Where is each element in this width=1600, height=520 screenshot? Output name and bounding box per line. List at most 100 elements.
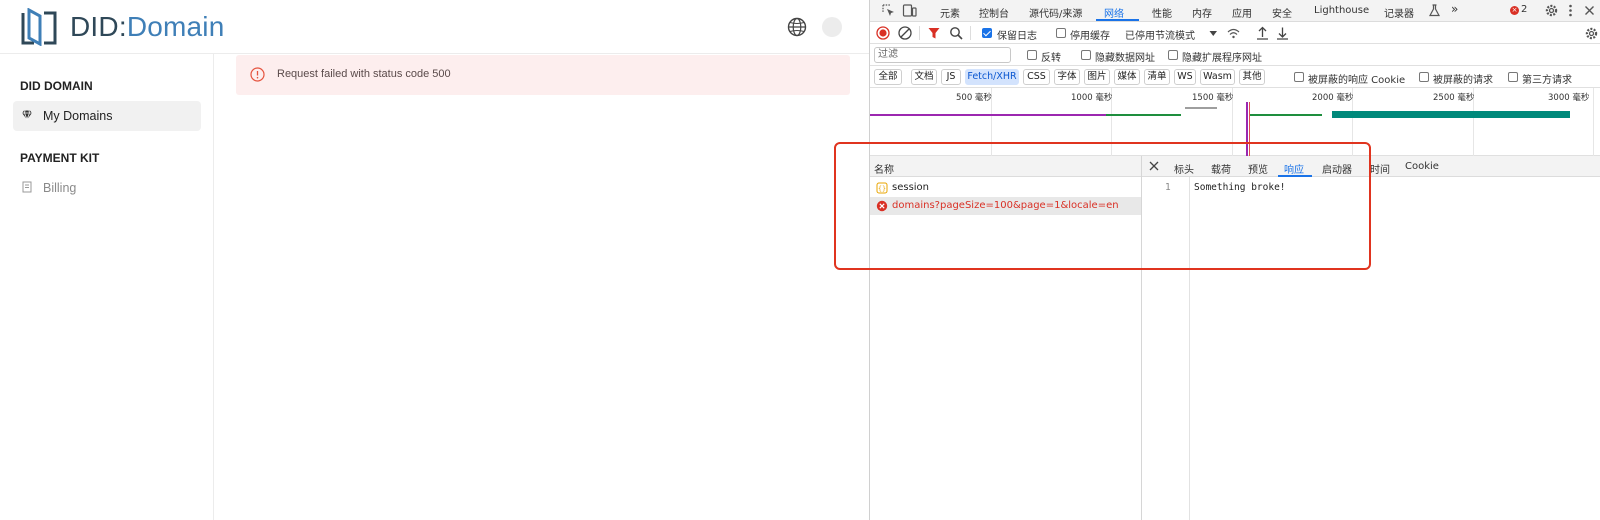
clear-icon[interactable] xyxy=(898,26,913,41)
tab-lighthouse[interactable]: Lighthouse xyxy=(1314,5,1369,16)
error-icon xyxy=(876,200,888,212)
disable-cache-label: 停用缓存 xyxy=(1070,31,1110,42)
error-circle-icon xyxy=(250,67,265,82)
timeline-bar xyxy=(1250,114,1322,116)
request-row-session[interactable]: {} session xyxy=(870,179,1141,197)
brand-title[interactable]: DID:Domain xyxy=(70,11,225,43)
section-title-did-domain: DID DOMAIN xyxy=(20,79,93,93)
tab-performance[interactable]: 性能 xyxy=(1152,5,1172,20)
third-party-requests-checkbox[interactable] xyxy=(1508,72,1518,82)
brand-separator: : xyxy=(118,11,127,42)
tab-network[interactable]: 网络 xyxy=(1104,5,1124,20)
sidebar-item-billing[interactable]: Billing xyxy=(13,173,201,203)
tab-memory[interactable]: 内存 xyxy=(1192,5,1212,20)
timeline-overview[interactable]: 500 毫秒 1000 毫秒 1500 毫秒 2000 毫秒 2500 毫秒 3… xyxy=(870,88,1600,156)
type-filter-img[interactable]: 图片 xyxy=(1084,69,1110,85)
detail-tab-headers[interactable]: 标头 xyxy=(1174,161,1194,176)
request-name: session xyxy=(892,182,930,193)
invert-checkbox[interactable] xyxy=(1027,50,1037,60)
network-settings-icon[interactable] xyxy=(1584,26,1599,41)
blocked-requests-checkbox[interactable] xyxy=(1419,72,1429,82)
type-filter-all[interactable]: 全部 xyxy=(874,69,902,85)
timeline-tick-label: 3000 毫秒 xyxy=(1548,93,1590,103)
disable-cache-checkbox[interactable] xyxy=(1056,28,1066,38)
tab-security[interactable]: 安全 xyxy=(1272,5,1292,20)
detail-tab-initiator[interactable]: 启动器 xyxy=(1322,161,1352,176)
settings-gear-icon[interactable] xyxy=(1544,3,1559,18)
preserve-log-label: 保留日志 xyxy=(997,31,1037,42)
type-filter-js[interactable]: JS xyxy=(941,69,961,85)
type-filter-ws[interactable]: WS xyxy=(1174,69,1196,85)
more-options-icon[interactable] xyxy=(1563,3,1578,18)
import-har-icon[interactable] xyxy=(1255,26,1270,41)
xhr-icon: {} xyxy=(876,182,888,194)
request-header-row: 名称 标头 载荷 预览 响应 启动器 时间 Cookie xyxy=(870,156,1600,177)
filter-funnel-icon[interactable] xyxy=(927,26,942,41)
panel-divider[interactable] xyxy=(1141,156,1142,520)
timeline-tick-label: 1500 毫秒 xyxy=(1192,93,1234,103)
invert-label: 反转 xyxy=(1041,53,1061,64)
column-name[interactable]: 名称 xyxy=(874,161,894,176)
timeline-bar xyxy=(1332,111,1570,118)
inspect-element-icon[interactable] xyxy=(881,3,896,18)
active-tab-indicator xyxy=(1096,19,1139,21)
line-number: 1 xyxy=(1165,182,1171,193)
timeline-gridline xyxy=(1593,88,1594,156)
devtools-panel: 元素 控制台 源代码/来源 网络 性能 内存 应用 安全 Lighthouse … xyxy=(869,0,1600,520)
device-toolbar-icon[interactable] xyxy=(902,3,917,18)
record-stop-icon[interactable] xyxy=(876,26,891,41)
error-count-badge[interactable]: × 2 xyxy=(1510,4,1527,15)
preserve-log-checkbox[interactable] xyxy=(982,28,992,38)
hide-extension-urls-label: 隐藏扩展程序网址 xyxy=(1182,53,1262,64)
hide-extension-urls-checkbox[interactable] xyxy=(1168,50,1178,60)
type-filter-font[interactable]: 字体 xyxy=(1054,69,1080,85)
request-row-domains[interactable]: domains?pageSize=100&page=1&locale=en xyxy=(870,197,1141,215)
close-detail-icon[interactable] xyxy=(1148,160,1160,172)
filter-input[interactable]: 过滤 xyxy=(874,47,1011,63)
error-count: 2 xyxy=(1521,4,1528,15)
chevron-down-icon[interactable] xyxy=(1206,26,1221,41)
avatar[interactable] xyxy=(822,17,842,37)
sidebar: DID DOMAIN My Domains PAYMENT KIT Billin… xyxy=(0,54,214,520)
svg-text:{}: {} xyxy=(878,184,886,192)
detail-tab-preview[interactable]: 预览 xyxy=(1248,161,1268,176)
detail-tab-response[interactable]: 响应 xyxy=(1284,161,1304,176)
toolbar-divider xyxy=(919,26,920,40)
type-filter-row: 全部 文档 JS Fetch/XHR CSS 字体 图片 媒体 清单 WS Wa… xyxy=(870,66,1600,88)
brand-part1: DID xyxy=(70,11,119,42)
network-conditions-icon[interactable] xyxy=(1226,26,1241,41)
sidebar-item-label: Billing xyxy=(43,181,77,195)
billing-icon xyxy=(22,181,32,193)
tab-application[interactable]: 应用 xyxy=(1232,5,1252,20)
tab-console[interactable]: 控制台 xyxy=(979,5,1009,20)
type-filter-fetch-xhr[interactable]: Fetch/XHR xyxy=(965,69,1019,85)
hide-data-urls-checkbox[interactable] xyxy=(1081,50,1091,60)
type-filter-doc[interactable]: 文档 xyxy=(911,69,937,85)
throttling-select[interactable]: 已停用节流模式 xyxy=(1125,27,1195,42)
devtools-tabbar: 元素 控制台 源代码/来源 网络 性能 内存 应用 安全 Lighthouse … xyxy=(870,0,1600,22)
gem-icon xyxy=(22,110,32,121)
type-filter-manifest[interactable]: 清单 xyxy=(1144,69,1170,85)
sidebar-item-my-domains[interactable]: My Domains xyxy=(13,101,201,131)
search-icon[interactable] xyxy=(949,26,964,41)
type-filter-other[interactable]: 其他 xyxy=(1239,69,1265,85)
hide-data-urls-label: 隐藏数据网址 xyxy=(1095,53,1155,64)
type-filter-css[interactable]: CSS xyxy=(1023,69,1050,85)
tab-elements[interactable]: 元素 xyxy=(940,5,960,20)
detail-tab-cookies[interactable]: Cookie xyxy=(1405,161,1439,172)
detail-tab-payload[interactable]: 载荷 xyxy=(1211,161,1231,176)
export-har-icon[interactable] xyxy=(1275,26,1290,41)
response-body[interactable]: Something broke! xyxy=(1194,182,1286,193)
detail-tab-timing[interactable]: 时间 xyxy=(1370,161,1390,176)
tab-recorder[interactable]: 记录器 xyxy=(1384,5,1414,20)
blocked-response-cookies-checkbox[interactable] xyxy=(1294,72,1304,82)
close-devtools-icon[interactable] xyxy=(1582,3,1597,18)
more-tabs-icon[interactable]: » xyxy=(1451,2,1458,16)
type-filter-media[interactable]: 媒体 xyxy=(1114,69,1140,85)
sidebar-item-label: My Domains xyxy=(43,109,113,123)
timeline-bar xyxy=(1185,107,1217,109)
type-filter-wasm[interactable]: Wasm xyxy=(1200,69,1235,85)
did-logo[interactable] xyxy=(20,8,58,46)
tab-sources[interactable]: 源代码/来源 xyxy=(1029,5,1082,20)
globe-icon[interactable] xyxy=(787,17,807,37)
